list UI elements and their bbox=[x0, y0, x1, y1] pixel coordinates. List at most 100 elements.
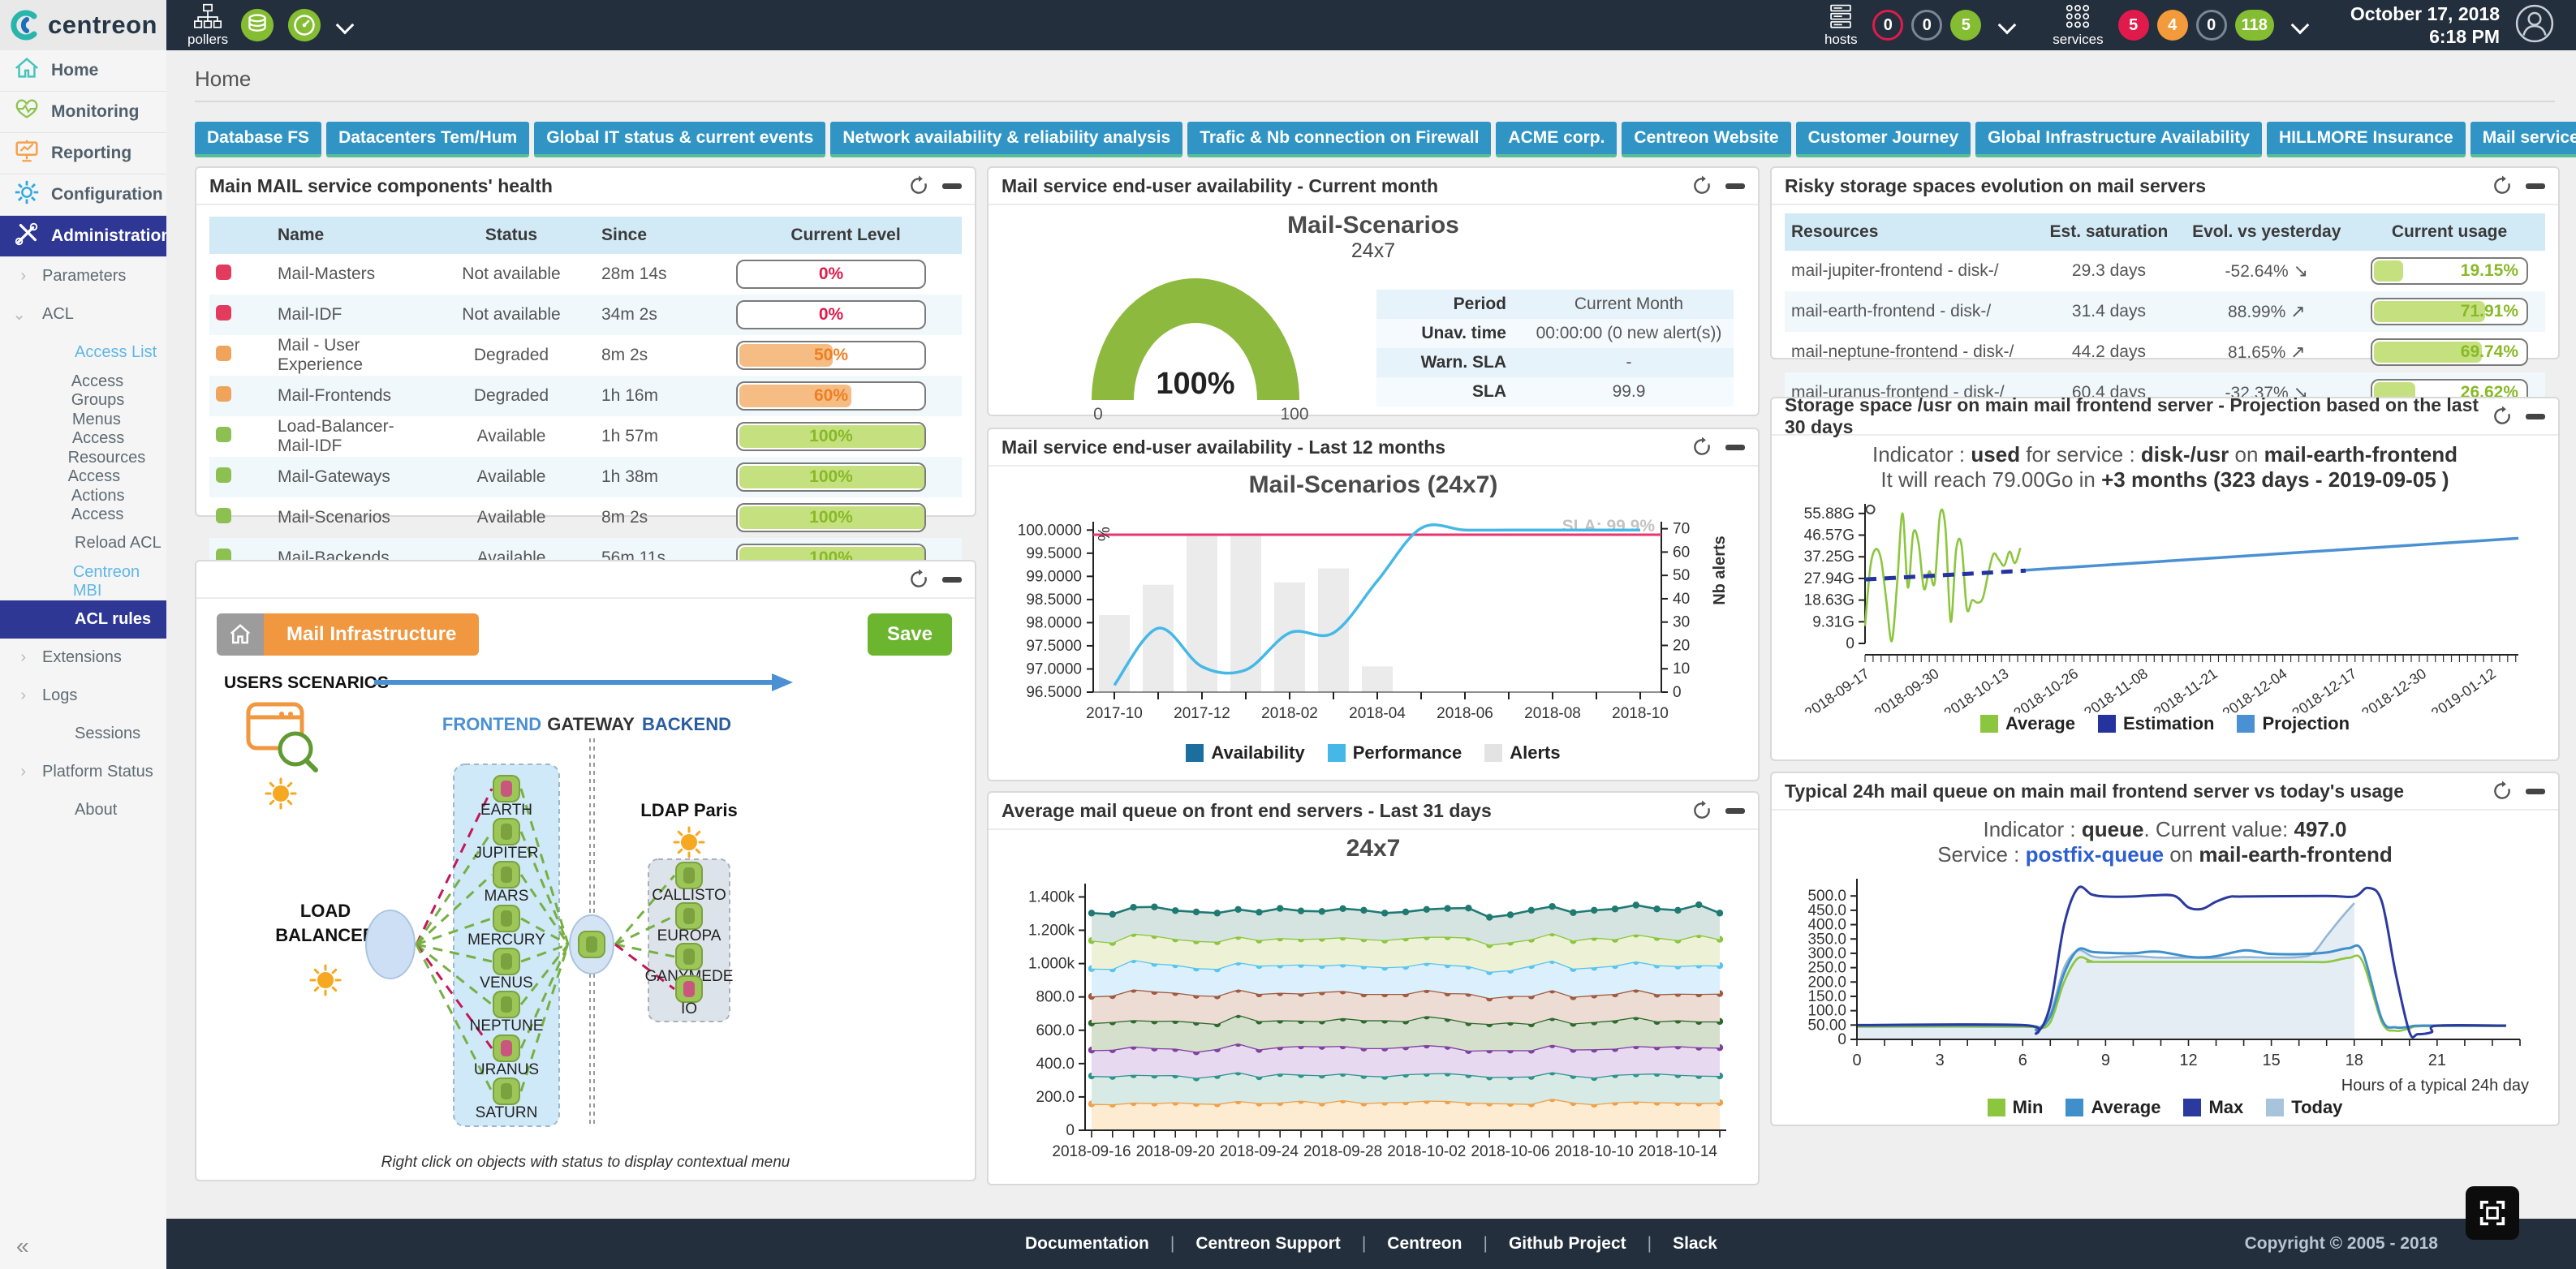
refresh-icon[interactable] bbox=[1691, 437, 1712, 458]
tab-customer-journey[interactable]: Customer Journey bbox=[1796, 122, 1971, 157]
footer-link-centreon[interactable]: Centreon bbox=[1387, 1234, 1462, 1254]
sidebar-subitem-access-list[interactable]: Access List bbox=[0, 333, 166, 372]
breadcrumb[interactable]: Home bbox=[195, 67, 251, 92]
footer-link-slack[interactable]: Slack bbox=[1673, 1234, 1717, 1254]
sidebar-item-administration[interactable]: Administration bbox=[0, 216, 166, 257]
panel-title: Main MAIL service components' health bbox=[209, 175, 553, 197]
refresh-icon[interactable] bbox=[1691, 175, 1712, 196]
legend-item: Estimation bbox=[2098, 713, 2214, 734]
svg-text:2018-08: 2018-08 bbox=[1524, 705, 1581, 722]
refresh-icon[interactable] bbox=[1691, 800, 1712, 821]
tab-datacenters-tem-hum[interactable]: Datacenters Tem/Hum bbox=[326, 122, 529, 157]
sidebar-subitem-acl-rules[interactable]: ACL rules bbox=[0, 600, 166, 639]
service-status-badge[interactable]: 5 bbox=[2118, 10, 2149, 41]
topbar-right: hosts 005 services 540118 October 17, 20… bbox=[1824, 2, 2576, 48]
table-row: Mail-MastersNot available28m 14s0% bbox=[209, 254, 962, 295]
minimize-icon[interactable] bbox=[2526, 183, 2545, 189]
tab-trafic-nb-connection-on-firewall[interactable]: Trafic & Nb connection on Firewall bbox=[1187, 122, 1491, 157]
minimize-icon[interactable] bbox=[1725, 808, 1745, 814]
legend-item: Availability bbox=[1186, 742, 1304, 764]
svg-text:99.5000: 99.5000 bbox=[1026, 545, 1082, 562]
sidebar-item-configuration[interactable]: Configuration bbox=[0, 174, 166, 216]
component-name: Mail-Frontends bbox=[271, 376, 428, 416]
pollers-label: pollers bbox=[187, 32, 228, 48]
tab-database-fs[interactable]: Database FS bbox=[195, 122, 321, 157]
user-avatar[interactable] bbox=[2514, 3, 2555, 48]
sidebar-collapse-toggle[interactable]: « bbox=[16, 1233, 29, 1259]
tab-network-availability-reliability-analysis[interactable]: Network availability & reliability analy… bbox=[830, 122, 1182, 157]
sidebar-subitem-resources-access[interactable]: Resources Access bbox=[0, 448, 166, 486]
minimize-icon[interactable] bbox=[942, 183, 962, 189]
sidebar-item-home[interactable]: Home bbox=[0, 50, 166, 92]
svg-text:500.0: 500.0 bbox=[1807, 888, 1846, 905]
sidebar-subitem-about[interactable]: About bbox=[0, 791, 166, 829]
panel-actions bbox=[908, 569, 962, 590]
tab-global-it-status-current-events[interactable]: Global IT status & current events bbox=[534, 122, 825, 157]
latency-status-icon[interactable] bbox=[286, 7, 322, 43]
monitoring-icon bbox=[13, 96, 41, 128]
tab-mail-service-analysis[interactable]: Mail service analysis bbox=[2470, 122, 2576, 157]
minimize-icon[interactable] bbox=[942, 577, 962, 583]
refresh-icon[interactable] bbox=[908, 175, 929, 196]
pollers-icon[interactable]: pollers bbox=[187, 3, 228, 48]
tab-hillmore-insurance[interactable]: HILLMORE Insurance bbox=[2267, 122, 2466, 157]
host-status-badge[interactable]: 5 bbox=[1950, 10, 1981, 41]
sidebar-item-monitoring[interactable]: Monitoring bbox=[0, 92, 166, 133]
sidebar-subitem-acl[interactable]: ⌄ACL bbox=[0, 295, 166, 333]
sidebar-item-reporting[interactable]: Reporting bbox=[0, 133, 166, 174]
footer-link-centreon-support[interactable]: Centreon Support bbox=[1195, 1234, 1341, 1254]
footer-link-github-project[interactable]: Github Project bbox=[1509, 1234, 1626, 1254]
chart-title: 24x7 bbox=[989, 835, 1758, 862]
services-icon[interactable]: services bbox=[2053, 3, 2103, 48]
footer-link-documentation[interactable]: Documentation bbox=[1025, 1234, 1149, 1254]
table-row: Mail-FrontendsDegraded1h 16m60% bbox=[209, 376, 962, 416]
infrastructure-diagram[interactable]: USERS SCENARIOSFRONTENDGATEWAYBACKENDLDA… bbox=[200, 599, 971, 1167]
host-status-badge[interactable]: 0 bbox=[1872, 10, 1903, 41]
hosts-chevron-icon[interactable] bbox=[1998, 16, 2017, 35]
svg-text:2018-10-14: 2018-10-14 bbox=[1639, 1143, 1718, 1160]
refresh-icon[interactable] bbox=[2492, 406, 2513, 427]
sidebar-subitem-parameters[interactable]: ›Parameters bbox=[0, 257, 166, 295]
sidebar-subitem-reload-acl[interactable]: Reload ACL bbox=[0, 524, 166, 562]
sidebar-subitem-platform-status[interactable]: ›Platform Status bbox=[0, 753, 166, 791]
svg-text:97.5000: 97.5000 bbox=[1026, 638, 1082, 655]
component-name: Mail-IDF bbox=[271, 295, 428, 335]
fullscreen-button[interactable] bbox=[2466, 1186, 2519, 1240]
sidebar-subitem-access-groups[interactable]: Access Groups bbox=[0, 372, 166, 410]
service-status-badge[interactable]: 118 bbox=[2235, 10, 2274, 41]
administration-icon bbox=[13, 220, 41, 252]
services-chevron-icon[interactable] bbox=[2291, 16, 2310, 35]
refresh-icon[interactable] bbox=[2492, 781, 2513, 802]
minimize-icon[interactable] bbox=[1725, 183, 1745, 189]
pollers-chevron-icon[interactable] bbox=[336, 16, 355, 35]
tab-centreon-website[interactable]: Centreon Website bbox=[1622, 122, 1790, 157]
chevron-icon: › bbox=[0, 686, 32, 705]
svg-text:2018-09-16: 2018-09-16 bbox=[1052, 1143, 1131, 1160]
minimize-icon[interactable] bbox=[2526, 414, 2545, 419]
sidebar-subitem-extensions[interactable]: ›Extensions bbox=[0, 639, 166, 677]
service-status-badge[interactable]: 4 bbox=[2157, 10, 2188, 41]
svg-text:98.5000: 98.5000 bbox=[1026, 591, 1082, 609]
sidebar-subitem-logs[interactable]: ›Logs bbox=[0, 677, 166, 715]
sidebar-subitem-centreon-mbi[interactable]: Centreon MBI bbox=[0, 562, 166, 600]
centreon-logo[interactable]: centreon bbox=[0, 0, 166, 50]
service-status-badge[interactable]: 0 bbox=[2196, 10, 2227, 41]
sidebar-subitem-menus-access[interactable]: Menus Access bbox=[0, 410, 166, 448]
refresh-icon[interactable] bbox=[908, 569, 929, 590]
database-status-icon[interactable] bbox=[239, 7, 275, 43]
svg-text:2018-10-02: 2018-10-02 bbox=[1387, 1143, 1466, 1160]
minimize-icon[interactable] bbox=[2526, 789, 2545, 794]
hosts-icon[interactable]: hosts bbox=[1824, 3, 1858, 48]
minimize-icon[interactable] bbox=[1725, 445, 1745, 450]
host-status-badge[interactable]: 0 bbox=[1911, 10, 1942, 41]
svg-text:96.5000: 96.5000 bbox=[1026, 684, 1082, 701]
tab-acme-corp-[interactable]: ACME corp. bbox=[1496, 122, 1617, 157]
legend-item: Average bbox=[2066, 1097, 2160, 1118]
component-since: 8m 2s bbox=[595, 497, 730, 538]
tab-global-infrastructure-availability[interactable]: Global Infrastructure Availability bbox=[1975, 122, 2262, 157]
svg-text:%: % bbox=[1096, 527, 1114, 541]
sidebar-subitem-sessions[interactable]: Sessions bbox=[0, 715, 166, 753]
component-status: Available bbox=[428, 457, 595, 497]
sidebar-subitem-actions-access[interactable]: Actions Access bbox=[0, 486, 166, 524]
refresh-icon[interactable] bbox=[2492, 175, 2513, 196]
